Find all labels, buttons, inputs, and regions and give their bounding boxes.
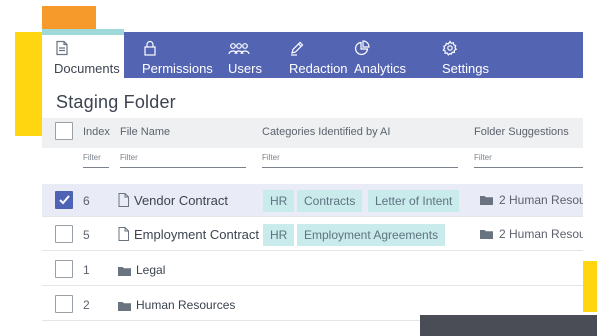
category-tag: Employment Agreements [297,224,446,246]
column-header-categories[interactable]: Categories Identified by AI [262,126,390,138]
document-icon [118,193,129,210]
folder-suggestion[interactable]: 2 Human Resources [480,193,583,208]
category-tag: HR [263,190,295,212]
folder-name[interactable]: Human Resources [118,297,235,314]
filter-input-index[interactable]: Filter [83,152,109,168]
nav-label: Settings [442,61,489,76]
lock-icon [142,40,158,56]
app-window: Documents Permissions Users Redaction An… [42,32,583,336]
row-checkbox[interactable] [55,191,73,209]
folder-name-text: Human Resources [136,298,236,312]
row-checkbox[interactable] [55,225,73,243]
nav-label: Analytics [354,61,407,76]
nav-tab-settings[interactable]: Settings [440,32,502,78]
teal-decor-bar [42,29,124,35]
folder-icon [118,264,131,279]
document-icon [118,227,129,244]
folder-name[interactable]: Legal [118,262,165,279]
row-index: 6 [83,194,90,208]
table-row[interactable]: 6 Vendor Contract HR Contracts Letter of… [42,184,583,217]
table-row[interactable]: 5 Employment Contract HR Employment Agre… [42,218,583,251]
nav-label: Permissions [142,61,213,76]
category-tag: HR [263,224,295,246]
nav-tab-users[interactable]: Users [222,32,272,78]
row-checkbox[interactable] [55,295,73,313]
nav-tab-analytics[interactable]: Analytics [352,32,422,78]
nav-label: Redaction [289,61,348,76]
category-tag: Letter of Intent [368,190,460,212]
file-name[interactable]: Employment Contract [118,227,259,244]
row-index: 5 [83,228,90,242]
filter-input-folder-suggestions[interactable]: Filter [474,152,583,168]
table-row[interactable]: 1 Legal [42,253,583,286]
filter-input-categories[interactable]: Filter [262,152,458,168]
document-icon [54,40,70,56]
folder-suggestion[interactable]: 2 Human Resources [480,227,583,242]
pen-icon [289,40,305,56]
yellow-decor-block-left [15,32,42,136]
nav-tab-redaction[interactable]: Redaction [277,32,348,78]
column-header-folder-suggestions[interactable]: Folder Suggestions [474,126,569,138]
folder-suggestion-text: 2 Human Resources [499,227,583,241]
page-title: Staging Folder [56,92,176,112]
nav-tab-permissions[interactable]: Permissions [132,32,218,78]
row-index: 2 [83,298,90,312]
table-header: Index File Name Categories Identified by… [42,118,583,148]
folder-suggestion-text: 2 Human Resources [499,193,583,207]
folder-name-text: Legal [136,263,166,277]
folder-icon [480,228,493,242]
file-name-text: Employment Contract [134,227,259,242]
filter-input-file-name[interactable]: Filter [120,152,246,168]
folder-icon [118,299,131,314]
nav-tab-documents[interactable]: Documents [42,32,124,78]
users-icon [228,40,250,56]
select-all-checkbox[interactable] [55,122,73,140]
row-checkbox[interactable] [55,260,73,278]
top-nav: Documents Permissions Users Redaction An… [42,32,583,78]
category-tag: Contracts [297,190,363,212]
file-name[interactable]: Vendor Contract [118,193,228,210]
file-name-text: Vendor Contract [134,193,228,208]
folder-icon [480,194,493,208]
yellow-decor-block-right [583,261,597,312]
nav-label: Documents [54,61,120,76]
column-header-index[interactable]: Index [83,126,110,138]
check-icon [59,195,70,205]
nav-label: Users [228,61,262,76]
column-header-file-name[interactable]: File Name [120,126,170,138]
row-index: 1 [83,263,90,277]
dark-decor-block [420,315,597,336]
pie-chart-icon [354,40,370,56]
gear-icon [442,40,458,56]
